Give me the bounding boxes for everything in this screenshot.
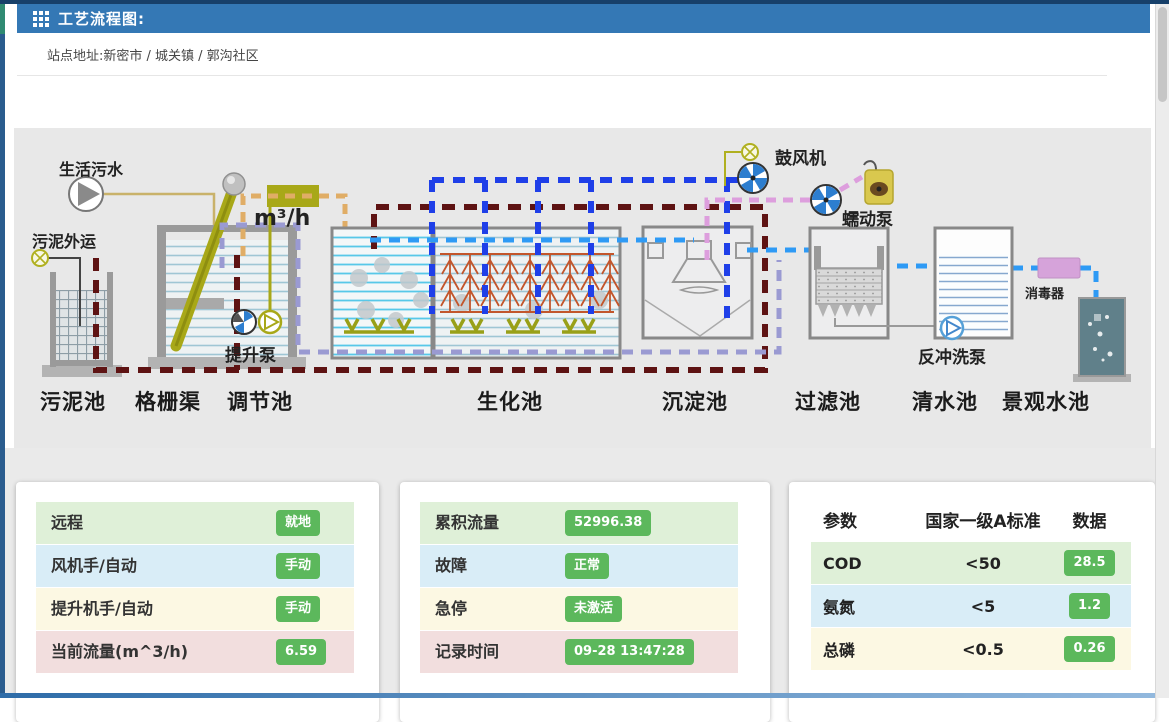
blower-valve bbox=[742, 144, 758, 160]
quality-row-cod: COD <50 28.5 bbox=[811, 542, 1131, 584]
tank-label-grid-channel: 格栅渠 bbox=[135, 386, 201, 416]
status-badge: 52996.38 bbox=[565, 510, 651, 536]
row-label: 故障 bbox=[420, 556, 467, 575]
param-value-badge: 1.2 bbox=[1069, 593, 1110, 619]
tank-label-landscape: 景观水池 bbox=[1002, 386, 1090, 416]
status-badge: 09-28 13:47:28 bbox=[565, 639, 694, 665]
clean-water-tank bbox=[935, 228, 1012, 339]
param-value-badge: 0.26 bbox=[1064, 636, 1114, 662]
row-label: 风机手/自动 bbox=[36, 556, 137, 575]
grid-icon bbox=[33, 11, 49, 27]
bottom-edge-bar bbox=[0, 693, 1169, 698]
param-value-badge: 28.5 bbox=[1064, 550, 1114, 576]
left-edge-accent bbox=[0, 4, 5, 34]
tank-label-bio: 生化池 bbox=[477, 386, 543, 416]
label-disinfector: 消毒器 bbox=[1025, 283, 1064, 302]
scrollbar-thumb[interactable] bbox=[1158, 7, 1167, 102]
param-name: 总磷 bbox=[811, 637, 918, 661]
col-header-data: 数据 bbox=[1048, 507, 1131, 532]
status-badge: 手动 bbox=[276, 553, 320, 579]
landscape-pond bbox=[1073, 298, 1131, 382]
flow-card: 累积流量 52996.38 故障 正常 急停 未激活 记录时间 09-28 13… bbox=[400, 482, 770, 722]
breadcrumb: 站点地址:新密市 / 城关镇 / 郭沟社区 bbox=[47, 45, 259, 64]
row-label: 急停 bbox=[420, 599, 467, 618]
flow-row-total: 累积流量 52996.38 bbox=[420, 502, 738, 544]
label-backwash: 反冲洗泵 bbox=[918, 343, 986, 368]
status-row-lift-mode: 提升机手/自动 手动 bbox=[36, 588, 354, 630]
param-standard: <50 bbox=[918, 554, 1048, 573]
quality-row-nh3n: 氨氮 <5 1.2 bbox=[811, 585, 1131, 627]
vertical-scrollbar[interactable] bbox=[1155, 4, 1169, 698]
col-header-standard: 国家一级A标准 bbox=[918, 507, 1048, 532]
flow-row-fault: 故障 正常 bbox=[420, 545, 738, 587]
status-row-fan-mode: 风机手/自动 手动 bbox=[36, 545, 354, 587]
sedimentation-tank bbox=[643, 227, 752, 338]
row-label: 提升机手/自动 bbox=[36, 599, 153, 618]
sludge-tank bbox=[42, 258, 122, 377]
blower-fan-icon bbox=[738, 163, 768, 193]
status-row-remote: 远程 就地 bbox=[36, 502, 354, 544]
dosing-device bbox=[864, 161, 893, 204]
flow-meter-unit: m³/h bbox=[254, 206, 310, 231]
breadcrumb-row: 站点地址:新密市 / 城关镇 / 郭沟社区 bbox=[17, 33, 1107, 76]
status-badge: 未激活 bbox=[565, 596, 622, 622]
row-label: 远程 bbox=[36, 513, 83, 532]
flow-row-record-time: 记录时间 09-28 13:47:28 bbox=[420, 631, 738, 673]
page-title: 工艺流程图: bbox=[58, 8, 145, 29]
filter-tank bbox=[810, 228, 950, 338]
quality-row-tp: 总磷 <0.5 0.26 bbox=[811, 628, 1131, 670]
sludge-out-valve bbox=[32, 250, 48, 266]
param-standard: <5 bbox=[918, 597, 1048, 616]
status-badge: 正常 bbox=[565, 553, 609, 579]
process-flow-diagram: 生活污水 污泥外运 提升泵 鼓风机 蠕动泵 反冲洗泵 消毒器 m³/h 污泥池 … bbox=[14, 128, 1151, 448]
quality-header-row: 参数 国家一级A标准 数据 bbox=[811, 496, 1131, 542]
tank-label-sludge: 污泥池 bbox=[40, 386, 106, 416]
status-badge: 6.59 bbox=[276, 639, 326, 665]
disinfector-unit bbox=[1038, 258, 1080, 278]
status-badge: 手动 bbox=[276, 596, 320, 622]
param-name: COD bbox=[811, 554, 918, 573]
param-name: 氨氮 bbox=[811, 594, 918, 618]
status-row-current-flow: 当前流量(m^3/h) 6.59 bbox=[36, 631, 354, 673]
label-lift-pump: 提升泵 bbox=[225, 341, 276, 366]
label-peristaltic: 蠕动泵 bbox=[842, 205, 893, 230]
status-badge: 就地 bbox=[276, 510, 320, 536]
label-sludge-out: 污泥外运 bbox=[32, 228, 96, 252]
param-standard: <0.5 bbox=[918, 640, 1048, 659]
row-label: 记录时间 bbox=[420, 642, 499, 661]
flow-row-estop: 急停 未激活 bbox=[420, 588, 738, 630]
label-blower: 鼓风机 bbox=[775, 144, 826, 169]
row-label: 当前流量(m^3/h) bbox=[36, 642, 188, 661]
tank-label-clean-water: 清水池 bbox=[912, 386, 978, 416]
label-inflow: 生活污水 bbox=[59, 156, 123, 180]
tank-label-filter: 过滤池 bbox=[795, 386, 861, 416]
tank-label-sedimentation: 沉淀池 bbox=[662, 386, 728, 416]
page-header: 工艺流程图: bbox=[17, 4, 1150, 33]
quality-card: 参数 国家一级A标准 数据 COD <50 28.5 氨氮 <5 1.2 总磷 … bbox=[789, 482, 1155, 722]
tank-label-regulating: 调节池 bbox=[227, 386, 293, 416]
row-label: 累积流量 bbox=[420, 513, 499, 532]
col-header-param: 参数 bbox=[811, 507, 918, 532]
status-card: 远程 就地 风机手/自动 手动 提升机手/自动 手动 当前流量(m^3/h) 6… bbox=[16, 482, 379, 722]
peristaltic-fan-icon bbox=[811, 185, 841, 215]
